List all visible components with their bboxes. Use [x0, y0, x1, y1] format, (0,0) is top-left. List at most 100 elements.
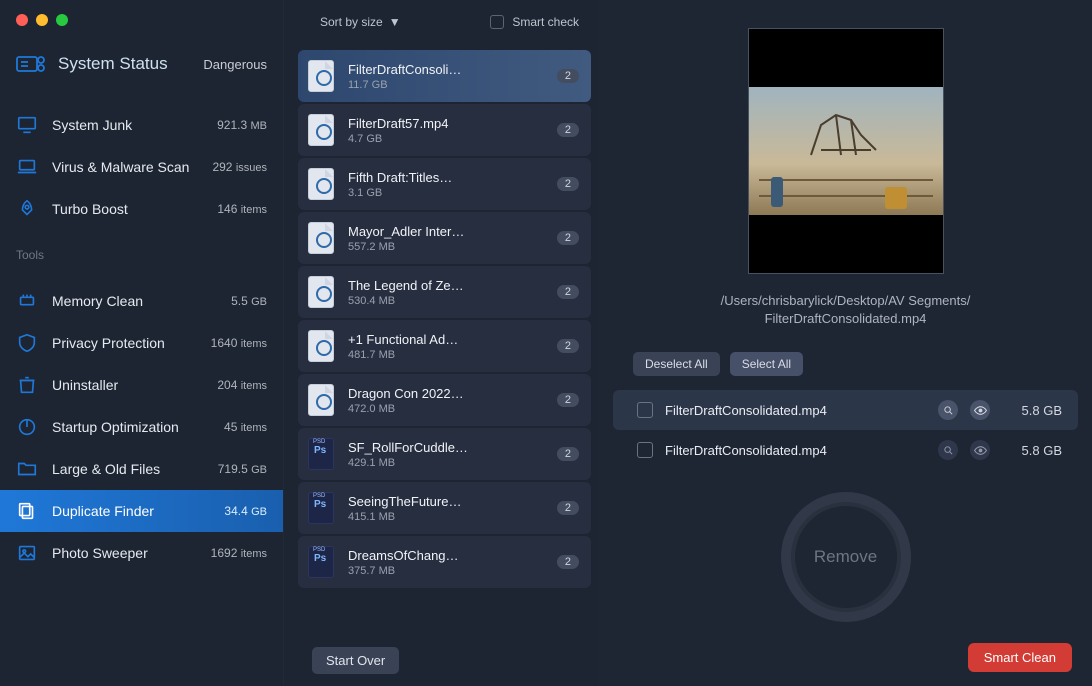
duplicate-group-list[interactable]: FilterDraftConsoli…11.7 GB2 FilterDraft57… — [284, 44, 599, 637]
sidebar-item-label: Duplicate Finder — [52, 503, 154, 519]
sidebar-item-privacy[interactable]: Privacy Protection 1640 items — [0, 322, 283, 364]
sidebar-item-virus-scan[interactable]: Virus & Malware Scan 292 issues — [0, 146, 283, 188]
sidebar-item-label: Virus & Malware Scan — [52, 159, 189, 175]
file-name: DreamsOfChang… — [348, 548, 498, 563]
duplicate-count-badge: 2 — [557, 69, 579, 83]
duplicate-count-badge: 2 — [557, 555, 579, 569]
file-type-icon — [308, 492, 334, 524]
file-name: FilterDraft57.mp4 — [348, 116, 498, 131]
duplicate-count-badge: 2 — [557, 393, 579, 407]
duplicate-group-row[interactable]: Fifth Draft:Titles…3.1 GB2 — [298, 158, 591, 210]
file-size: 557.2 MB — [348, 241, 557, 253]
file-checkbox[interactable] — [637, 402, 653, 418]
smart-clean-button[interactable]: Smart Clean — [968, 643, 1072, 672]
sidebar-item-duplicate-finder[interactable]: Duplicate Finder 34.4 GB — [0, 490, 283, 532]
file-type-icon — [308, 276, 334, 308]
duplicate-group-row[interactable]: The Legend of Ze…530.4 MB2 — [298, 266, 591, 318]
deselect-all-button[interactable]: Deselect All — [633, 352, 720, 376]
sidebar-item-system-junk[interactable]: System Junk 921.3 MB — [0, 104, 283, 146]
power-icon — [16, 416, 38, 438]
reveal-in-finder-button[interactable] — [938, 440, 958, 460]
duplicate-group-row[interactable]: FilterDraftConsoli…11.7 GB2 — [298, 50, 591, 102]
monitor-icon — [16, 114, 38, 136]
fullscreen-window-button[interactable] — [56, 14, 68, 26]
file-name: Fifth Draft:Titles… — [348, 170, 498, 185]
file-name: SeeingTheFuture… — [348, 494, 498, 509]
sort-label: Sort by size — [320, 15, 383, 29]
status-badge: Dangerous — [203, 57, 267, 72]
folder-icon — [16, 458, 38, 480]
sidebar-item-label: System Junk — [52, 117, 132, 133]
file-size: 530.4 MB — [348, 295, 557, 307]
file-size: 481.7 MB — [348, 349, 557, 361]
sidebar-item-label: Startup Optimization — [52, 419, 179, 435]
sidebar-item-label: Turbo Boost — [52, 201, 128, 217]
sidebar-nav-main: System Junk 921.3 MB Virus & Malware Sca… — [0, 92, 283, 230]
duplicate-count-badge: 2 — [557, 447, 579, 461]
duplicate-count-badge: 2 — [557, 231, 579, 245]
app-title[interactable]: System Status — [16, 54, 168, 74]
duplicate-group-row[interactable]: Dragon Con 2022…472.0 MB2 — [298, 374, 591, 426]
duplicate-group-row[interactable]: +1 Functional Ad…481.7 MB2 — [298, 320, 591, 372]
chip-icon — [16, 290, 38, 312]
file-type-icon — [308, 546, 334, 578]
sidebar-nav-tools: Memory Clean 5.5 GB Privacy Protection 1… — [0, 268, 283, 574]
reveal-in-finder-button[interactable] — [938, 400, 958, 420]
sidebar-item-label: Memory Clean — [52, 293, 143, 309]
file-type-icon — [308, 438, 334, 470]
sidebar-item-label: Privacy Protection — [52, 335, 165, 351]
sidebar-item-turbo-boost[interactable]: Turbo Boost 146 items — [0, 188, 283, 230]
file-type-icon — [308, 114, 334, 146]
copy-icon — [16, 500, 38, 522]
sidebar-section-title: Tools — [0, 230, 283, 268]
duplicate-group-row[interactable]: SeeingTheFuture… 415.1 MB2 — [298, 482, 591, 534]
sidebar-item-memory-clean[interactable]: Memory Clean 5.5 GB — [0, 280, 283, 322]
smart-check-label: Smart check — [512, 15, 579, 29]
quicklook-button[interactable] — [970, 440, 990, 460]
file-name: FilterDraftConsoli… — [348, 62, 498, 77]
file-type-icon — [308, 384, 334, 416]
file-size: 415.1 MB — [348, 511, 557, 523]
minimize-window-button[interactable] — [36, 14, 48, 26]
sidebar: System Status Dangerous System Junk 921.… — [0, 0, 283, 686]
checkbox-icon — [490, 15, 504, 29]
sidebar-item-large-files[interactable]: Large & Old Files 719.5 GB — [0, 448, 283, 490]
sort-dropdown[interactable]: Sort by size ▼ — [320, 15, 401, 29]
file-type-icon — [308, 60, 334, 92]
file-type-icon — [308, 168, 334, 200]
file-type-icon — [308, 222, 334, 254]
sidebar-item-uninstaller[interactable]: Uninstaller 204 items — [0, 364, 283, 406]
dashboard-icon — [16, 54, 48, 74]
rocket-icon — [16, 198, 38, 220]
duplicate-groups-column: Sort by size ▼ Smart check FilterDraftCo… — [283, 0, 599, 686]
file-path: /Users/chrisbarylick/Desktop/AV Segments… — [691, 274, 1001, 338]
remove-label: Remove — [814, 547, 877, 567]
start-over-button[interactable]: Start Over — [312, 647, 399, 674]
remove-button[interactable]: Remove — [781, 492, 911, 622]
file-size: 375.7 MB — [348, 565, 557, 577]
smart-check-toggle[interactable]: Smart check — [490, 15, 579, 29]
detail-panel: /Users/chrisbarylick/Desktop/AV Segments… — [599, 0, 1092, 686]
duplicate-group-row[interactable]: FilterDraft57.mp44.7 GB2 — [298, 104, 591, 156]
select-all-button[interactable]: Select All — [730, 352, 803, 376]
duplicate-file-row[interactable]: FilterDraftConsolidated.mp45.8 GB — [613, 430, 1078, 470]
file-size: 4.7 GB — [348, 133, 557, 145]
sidebar-item-startup[interactable]: Startup Optimization 45 items — [0, 406, 283, 448]
preview-thumbnail — [749, 87, 943, 215]
duplicate-file-size: 5.8 GB — [1002, 443, 1062, 458]
duplicate-group-row[interactable]: DreamsOfChang… 375.7 MB2 — [298, 536, 591, 588]
duplicate-group-row[interactable]: Mayor_Adler Inter… 557.2 MB2 — [298, 212, 591, 264]
close-window-button[interactable] — [16, 14, 28, 26]
sidebar-item-photo-sweeper[interactable]: Photo Sweeper 1692 items — [0, 532, 283, 574]
sidebar-item-label: Photo Sweeper — [52, 545, 148, 561]
app-title-text: System Status — [58, 54, 168, 74]
duplicate-group-row[interactable]: SF_RollForCuddle…429.1 MB2 — [298, 428, 591, 480]
file-size: 472.0 MB — [348, 403, 557, 415]
file-name: Mayor_Adler Inter… — [348, 224, 498, 239]
duplicate-file-list: FilterDraftConsolidated.mp45.8 GBFilterD… — [599, 390, 1092, 470]
sidebar-item-label: Uninstaller — [52, 377, 118, 393]
file-checkbox[interactable] — [637, 442, 653, 458]
duplicate-file-row[interactable]: FilterDraftConsolidated.mp45.8 GB — [613, 390, 1078, 430]
quicklook-button[interactable] — [970, 400, 990, 420]
duplicate-count-badge: 2 — [557, 501, 579, 515]
